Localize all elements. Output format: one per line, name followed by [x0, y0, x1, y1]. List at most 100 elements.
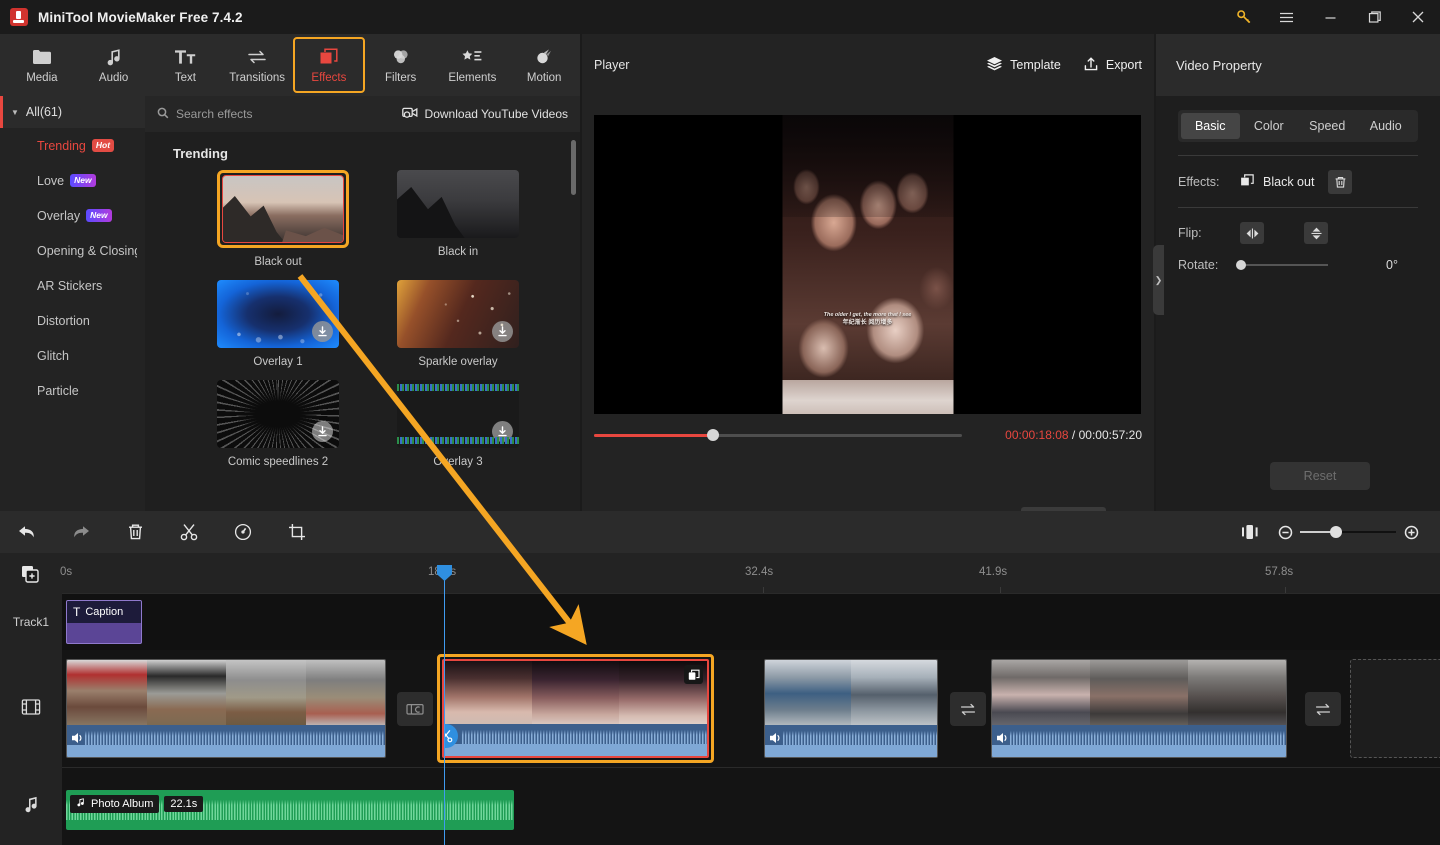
flip-horizontal-button[interactable]: [1240, 222, 1264, 244]
tab-filters[interactable]: Filters: [365, 37, 437, 93]
zoom-out-icon[interactable]: [1270, 511, 1300, 553]
tab-audio[interactable]: Audio: [1357, 113, 1416, 139]
audio-clip-duration: 22.1s: [164, 796, 204, 812]
caption-track-lane[interactable]: T Caption: [62, 593, 1440, 650]
speed-button[interactable]: [216, 511, 270, 553]
motion-icon: [534, 46, 554, 68]
sidebar-item-glitch[interactable]: Glitch: [0, 338, 145, 373]
player-panel: Player Template Export The older I get, …: [582, 34, 1154, 530]
download-icon[interactable]: [492, 321, 513, 342]
add-media-icon[interactable]: [18, 562, 42, 586]
audio-track-lane[interactable]: Photo Album 22.1s: [62, 767, 1440, 845]
zoom-fit-icon[interactable]: [1230, 511, 1270, 553]
tab-effects[interactable]: Effects: [293, 37, 365, 93]
clip-thumbnails: [765, 660, 937, 727]
effects-row: Effects: Black out: [1156, 170, 1440, 194]
tab-elements[interactable]: Elements: [437, 37, 509, 93]
maximize-icon[interactable]: [1352, 0, 1396, 34]
effect-item-black-in[interactable]: Black in: [397, 170, 519, 268]
flip-vertical-button[interactable]: [1304, 222, 1328, 244]
effect-item-overlay-1[interactable]: Overlay 1: [217, 280, 339, 368]
progress-knob[interactable]: [707, 429, 719, 441]
video-frame-vignette: [782, 115, 953, 217]
zoom-slider-knob[interactable]: [1330, 526, 1342, 538]
sidebar-item-label: Particle: [37, 383, 79, 398]
zoom-slider[interactable]: [1300, 526, 1396, 538]
export-button[interactable]: Export: [1083, 56, 1142, 75]
panel-collapse-handle[interactable]: ❯: [1153, 245, 1164, 315]
tab-text[interactable]: Text: [150, 37, 222, 93]
clip-audio-icon[interactable]: [996, 731, 1011, 750]
progress-slider[interactable]: [594, 429, 962, 441]
sidebar-item-distortion[interactable]: Distortion: [0, 303, 145, 338]
download-icon[interactable]: [312, 421, 333, 442]
download-icon[interactable]: [312, 321, 333, 342]
video-clip-4[interactable]: [991, 659, 1287, 758]
transition-slot-3[interactable]: [1305, 692, 1341, 726]
tab-audio[interactable]: Audio: [78, 37, 150, 93]
search-input[interactable]: Search effects: [157, 107, 253, 122]
transition-slot-2[interactable]: [950, 692, 986, 726]
crop-button[interactable]: [270, 511, 324, 553]
tab-media[interactable]: Media: [6, 37, 78, 93]
export-icon: [1083, 56, 1099, 75]
effect-item-comic-speedlines-2[interactable]: Comic speedlines 2: [217, 380, 339, 468]
transition-slot-1[interactable]: [397, 692, 433, 726]
empty-clip-slot[interactable]: [1350, 659, 1440, 758]
tab-color[interactable]: Color: [1240, 113, 1299, 139]
audio-clip[interactable]: Photo Album 22.1s: [66, 790, 514, 830]
key-icon[interactable]: [1224, 0, 1264, 34]
tab-label: Effects: [311, 72, 347, 84]
playhead[interactable]: [437, 565, 452, 845]
sidebar-item-love[interactable]: Love New: [0, 163, 145, 198]
sidebar-item-label: Glitch: [37, 348, 69, 363]
effect-item-sparkle-overlay[interactable]: Sparkle overlay: [397, 280, 519, 368]
effect-item-overlay-3[interactable]: Overlay 3: [397, 380, 519, 468]
zoom-in-icon[interactable]: [1396, 511, 1426, 553]
effects-scrollbar[interactable]: [571, 140, 576, 470]
redo-button[interactable]: [54, 511, 108, 553]
timeline-ruler[interactable]: 0s 18.3s 32.4s 41.9s 57.8s: [0, 553, 1440, 593]
minimize-icon[interactable]: [1308, 0, 1352, 34]
effect-label: Overlay 1: [253, 356, 303, 368]
video-clip-2[interactable]: [442, 659, 709, 758]
app-title: MiniTool MovieMaker Free 7.4.2: [38, 9, 243, 25]
sidebar-item-particle[interactable]: Particle: [0, 373, 145, 408]
split-button[interactable]: [162, 511, 216, 553]
sidebar-item-trending[interactable]: Trending Hot: [0, 128, 145, 163]
effect-label: Overlay 3: [433, 456, 483, 468]
rotate-knob[interactable]: [1236, 260, 1246, 270]
tab-motion[interactable]: Motion: [508, 37, 580, 93]
delete-effect-button[interactable]: [1328, 170, 1353, 194]
sidebar-item-ar-stickers[interactable]: AR Stickers: [0, 268, 145, 303]
effect-item-black-out[interactable]: Black out: [217, 170, 349, 268]
time-separator: /: [1068, 428, 1079, 442]
copy-icon[interactable]: [684, 665, 703, 684]
template-button[interactable]: Template: [986, 56, 1061, 74]
tab-speed[interactable]: Speed: [1298, 113, 1357, 139]
divider: [1178, 207, 1418, 208]
delete-button[interactable]: [108, 511, 162, 553]
video-preview-stage[interactable]: The older I get, the more that I see 年纪渐…: [594, 115, 1141, 414]
rotate-slider[interactable]: [1236, 260, 1328, 270]
tab-transitions[interactable]: Transitions: [221, 37, 293, 93]
sidebar-item-overlay[interactable]: Overlay New: [0, 198, 145, 233]
download-youtube-videos-button[interactable]: Download YouTube Videos: [401, 106, 568, 122]
menu-icon[interactable]: [1264, 0, 1308, 34]
video-clip-1[interactable]: [66, 659, 386, 758]
clip-audio-icon[interactable]: [769, 731, 784, 750]
video-clip-3[interactable]: [764, 659, 938, 758]
effect-thumbnail: [397, 170, 519, 238]
applied-effect[interactable]: Black out: [1240, 173, 1314, 191]
sidebar-item-all[interactable]: ▼ All(61): [0, 96, 145, 128]
timeline-zoom-controls: [1230, 511, 1440, 553]
caption-clip[interactable]: T Caption: [66, 600, 142, 644]
video-track-lane[interactable]: [62, 650, 1440, 767]
clip-audio-icon[interactable]: [71, 731, 86, 750]
undo-button[interactable]: [0, 511, 54, 553]
close-icon[interactable]: [1396, 0, 1440, 34]
download-icon[interactable]: [492, 421, 513, 442]
reset-button[interactable]: Reset: [1270, 462, 1370, 490]
tab-basic[interactable]: Basic: [1181, 113, 1240, 139]
sidebar-item-opening-closing[interactable]: Opening & Closing: [0, 233, 145, 268]
